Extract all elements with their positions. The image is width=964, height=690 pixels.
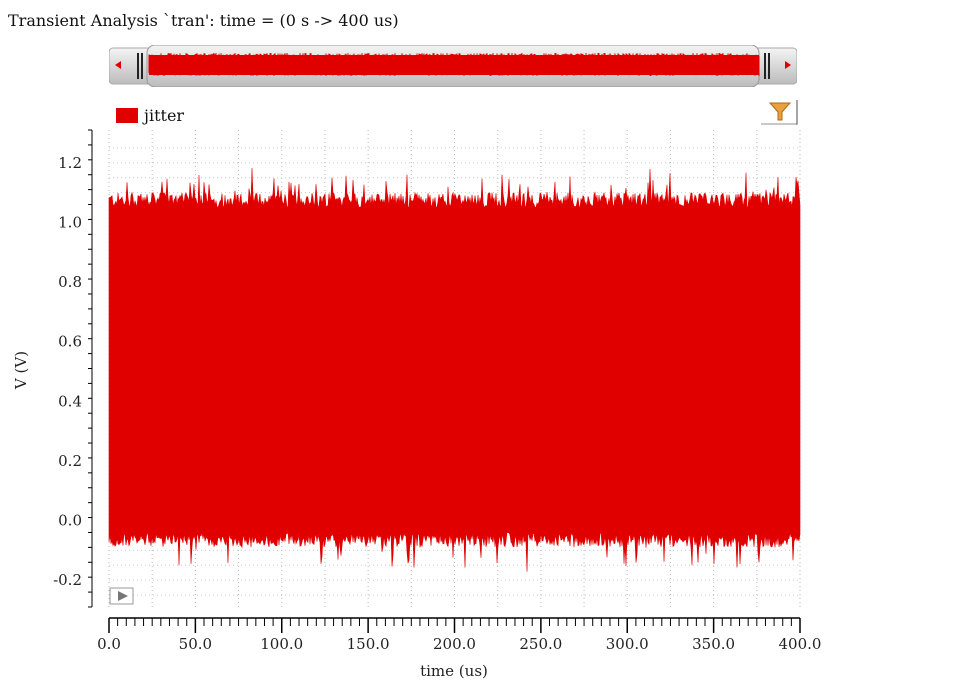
play-triangle-icon[interactable]: [109, 587, 134, 605]
y-tick-label: 0.8: [58, 273, 82, 291]
y-tick-label: 1.0: [58, 213, 82, 231]
y-axis-label: V (V): [12, 351, 30, 390]
x-tick-label: 300.0: [606, 635, 649, 653]
x-tick-label: 200.0: [433, 635, 476, 653]
x-tick-label: 250.0: [519, 635, 562, 653]
x-tick-label: 50.0: [179, 635, 212, 653]
y-tick-label: -0.2: [53, 571, 82, 589]
x-tick-label: 0.0: [97, 635, 121, 653]
x-tick-label: 100.0: [260, 635, 303, 653]
y-tick-label: 1.2: [58, 154, 82, 172]
y-tick-label: 0.4: [58, 392, 82, 410]
y-tick-label: 0.2: [58, 452, 82, 470]
x-tick-label: 400.0: [779, 635, 822, 653]
series-jitter: [108, 167, 801, 572]
waveform-envelope: [108, 167, 801, 572]
y-tick-label: 0.0: [58, 512, 82, 530]
x-tick-label: 150.0: [347, 635, 390, 653]
y-tick-label: 0.6: [58, 333, 82, 351]
x-tick-label: 350.0: [692, 635, 735, 653]
x-axis-label: time (us): [420, 662, 488, 680]
plot-area: -0.2 0.0 0.2 0.4 0.6 0.8 1.0 1.2 0.0 50.0 100.0 150…: [12, 129, 822, 680]
